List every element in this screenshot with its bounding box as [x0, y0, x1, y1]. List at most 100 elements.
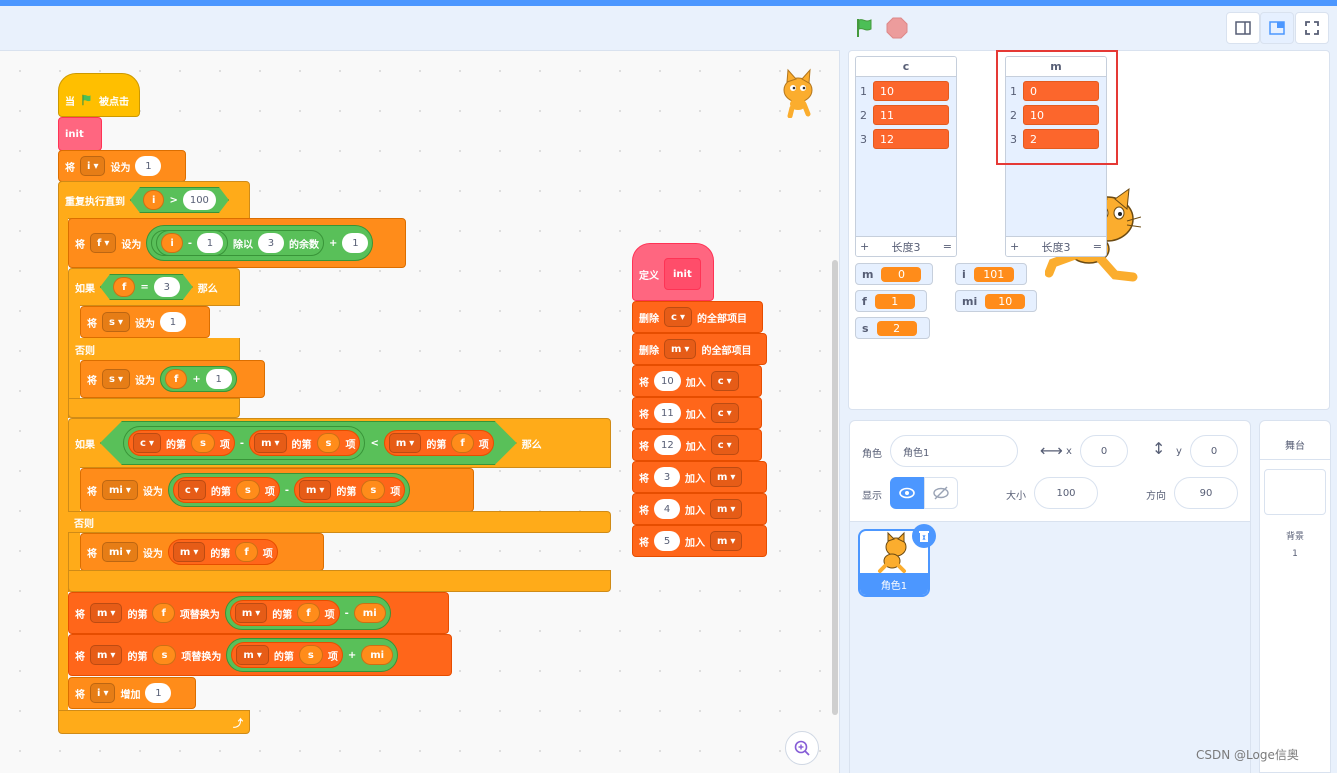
variable-monitor-mi[interactable]: mi 10: [955, 290, 1037, 312]
value-input[interactable]: 5: [654, 531, 680, 551]
mi-reporter[interactable]: mi: [353, 603, 386, 623]
value-input[interactable]: 1: [145, 683, 172, 703]
list-monitor-c[interactable]: c 1 10 2 11 3 12 + 长度3 =: [855, 56, 957, 257]
less-than-operator[interactable]: c ▾ 的第 s 项 - m ▾ 的第 s 项 < m ▾ 的第 f 项: [100, 421, 517, 465]
item-of-list-reporter[interactable]: m ▾ 的第 s 项: [249, 430, 360, 456]
list-dropdown[interactable]: m ▾: [172, 542, 206, 562]
variable-dropdown[interactable]: s ▾: [102, 312, 130, 332]
value-input[interactable]: 100: [183, 190, 216, 210]
item-of-list-reporter[interactable]: m ▾ 的第 s 项: [231, 642, 343, 668]
equals-operator[interactable]: f = 3: [100, 274, 193, 300]
list-dropdown[interactable]: c ▾: [177, 480, 206, 500]
variable-monitor-m[interactable]: m0: [855, 263, 933, 285]
list-dropdown[interactable]: m ▾: [710, 499, 743, 519]
replace-item-block[interactable]: 将 m ▾ 的第 s 项替换为 m ▾ 的第 s 项 + mi: [68, 634, 452, 676]
variable-monitor-f[interactable]: f1: [855, 290, 927, 312]
delete-all-block[interactable]: 删除 c ▾ 的全部项目: [632, 301, 763, 333]
s-reporter[interactable]: s: [317, 433, 341, 453]
mod-operator[interactable]: i - 1 除以 3 的余数: [151, 230, 324, 256]
set-s-block[interactable]: 将 s ▾ 设为 1: [80, 306, 210, 338]
list-dropdown[interactable]: m ▾: [298, 480, 332, 500]
item-of-list-reporter[interactable]: m ▾ 的第 f 项: [229, 600, 340, 626]
fullscreen-icon[interactable]: [1295, 12, 1329, 44]
add-to-list-block[interactable]: 将 12 加入 c ▾: [632, 429, 762, 461]
list-dropdown[interactable]: m ▾: [90, 603, 123, 623]
item-of-list-reporter[interactable]: m ▾ 的第 f 项: [167, 539, 278, 565]
init-call-block[interactable]: init: [58, 117, 102, 151]
variable-dropdown[interactable]: i ▾: [80, 156, 106, 176]
item-of-list-reporter[interactable]: m ▾ 的第 f 项: [384, 430, 494, 456]
mi-reporter[interactable]: mi: [361, 645, 394, 665]
list-cell[interactable]: 11: [873, 105, 949, 125]
stage-selector-panel[interactable]: 舞台 背景 1: [1259, 420, 1331, 773]
list-dropdown[interactable]: m ▾: [90, 645, 123, 665]
list-dropdown[interactable]: m ▾: [664, 339, 697, 359]
list-dropdown[interactable]: m ▾: [236, 645, 269, 665]
value-input[interactable]: 1: [196, 233, 223, 253]
list-cell[interactable]: 10: [873, 81, 949, 101]
direction-field[interactable]: 90: [1174, 477, 1238, 509]
add-operator[interactable]: m ▾ 的第 s 项 + mi: [226, 638, 399, 672]
y-field[interactable]: 0: [1190, 435, 1238, 467]
variable-dropdown[interactable]: mi ▾: [102, 480, 138, 500]
add-operator[interactable]: f + 1: [159, 366, 237, 392]
f-reporter[interactable]: f: [451, 433, 473, 453]
small-stage-icon[interactable]: [1226, 12, 1260, 44]
f-reporter[interactable]: f: [235, 542, 258, 562]
zoom-in-icon[interactable]: [785, 731, 819, 765]
x-field[interactable]: 0: [1080, 435, 1128, 467]
set-mi-block[interactable]: 将 mi ▾ 设为 m ▾ 的第 f 项: [80, 533, 324, 571]
f-reporter[interactable]: f: [297, 603, 320, 623]
s-reporter[interactable]: s: [361, 480, 386, 500]
list-dropdown[interactable]: m ▾: [254, 433, 286, 453]
item-of-list-reporter[interactable]: c ▾ 的第 s 项: [128, 430, 235, 456]
add-to-list-block[interactable]: 将 4 加入 m ▾: [632, 493, 767, 525]
f-reporter[interactable]: f: [152, 603, 175, 623]
sprite-name-field[interactable]: 角色1: [890, 435, 1018, 467]
subtract-operator[interactable]: m ▾ 的第 f 项 - mi: [224, 596, 391, 630]
add-item-button[interactable]: +: [1010, 240, 1019, 253]
value-input[interactable]: 3: [154, 277, 180, 297]
variable-dropdown[interactable]: mi ▾: [102, 542, 138, 562]
s-reporter[interactable]: s: [298, 645, 323, 665]
i-reporter[interactable]: i: [143, 190, 164, 210]
value-input[interactable]: 1: [342, 233, 369, 253]
resize-handle[interactable]: =: [943, 240, 952, 253]
value-input[interactable]: 1: [135, 156, 162, 176]
size-field[interactable]: 100: [1034, 477, 1098, 509]
list-dropdown[interactable]: c ▾: [664, 307, 692, 327]
value-input[interactable]: 12: [654, 435, 681, 455]
add-item-button[interactable]: +: [860, 240, 869, 253]
value-input[interactable]: 1: [159, 312, 186, 332]
if-else-block[interactable]: 如果 c ▾ 的第 s 项 - m ▾ 的第 s 项 < m ▾ 的第 f 项 那么: [68, 418, 611, 468]
list-dropdown[interactable]: c ▾: [710, 403, 739, 423]
value-input[interactable]: 1: [205, 369, 232, 389]
normal-stage-icon[interactable]: [1260, 12, 1294, 44]
set-i-block[interactable]: 将 i ▾ 设为 1: [58, 150, 186, 182]
stop-sign-icon[interactable]: [886, 17, 908, 39]
add-to-list-block[interactable]: 将 11 加入 c ▾: [632, 397, 762, 429]
list-dropdown[interactable]: m ▾: [710, 467, 743, 487]
s-reporter[interactable]: s: [235, 480, 260, 500]
variable-monitor-i[interactable]: i 101: [955, 263, 1027, 285]
list-cell[interactable]: 12: [873, 129, 949, 149]
variable-dropdown[interactable]: s ▾: [102, 369, 130, 389]
delete-all-block[interactable]: 删除 m ▾ 的全部项目: [632, 333, 767, 365]
show-hidden-button[interactable]: [924, 477, 958, 509]
subtract-operator[interactable]: c ▾ 的第 s 项 - m ▾ 的第 s 项: [123, 426, 365, 460]
f-reporter[interactable]: f: [113, 277, 135, 297]
subtract-operator[interactable]: i - 1: [156, 230, 228, 256]
resize-handle[interactable]: =: [1093, 240, 1102, 253]
add-to-list-block[interactable]: 将 5 加入 m ▾: [632, 525, 767, 557]
delete-sprite-button[interactable]: [912, 524, 936, 548]
value-input[interactable]: 3: [257, 233, 284, 253]
i-reporter[interactable]: i: [161, 233, 183, 253]
if-else-block[interactable]: 如果 f = 3 那么: [68, 268, 240, 306]
set-mi-block[interactable]: 将 mi ▾ 设为 c ▾ 的第 s 项 - m ▾ 的第 s 项: [80, 468, 474, 512]
value-input[interactable]: 3: [654, 467, 680, 487]
list-dropdown[interactable]: m ▾: [234, 603, 268, 623]
add-operator[interactable]: i - 1 除以 3 的余数 + 1: [146, 225, 374, 261]
repeat-until-block[interactable]: 重复执行直到 i > 100: [58, 181, 250, 219]
f-reporter[interactable]: f: [164, 369, 188, 389]
list-dropdown[interactable]: c ▾: [710, 435, 739, 455]
